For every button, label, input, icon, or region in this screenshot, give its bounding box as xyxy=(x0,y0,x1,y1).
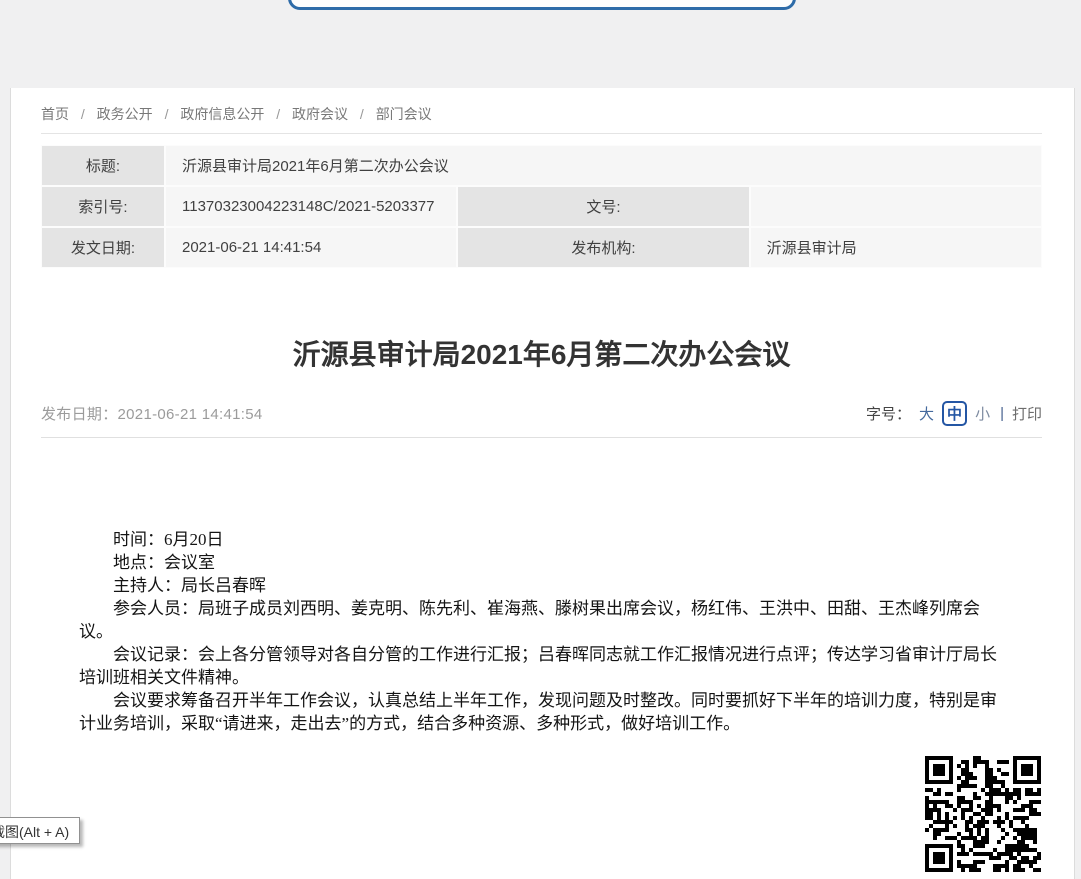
breadcrumb: 首页 / 政务公开 / 政府信息公开 / 政府会议 / 部门会议 xyxy=(41,104,432,124)
publish-date: 发布日期：2021-06-21 14:41:54 xyxy=(41,403,263,424)
search-box-cutoff[interactable] xyxy=(288,0,796,10)
content-panel: 首页 / 政务公开 / 政府信息公开 / 政府会议 / 部门会议 标题: 沂源县… xyxy=(10,88,1075,879)
breadcrumb-separator: / xyxy=(81,106,85,122)
article-tools: 字号： 大 中 小 | 打印 xyxy=(866,401,1042,426)
article-divider xyxy=(41,437,1042,438)
print-button[interactable]: 打印 xyxy=(1012,403,1042,424)
meta-label-agency: 发布机构: xyxy=(457,227,749,268)
qr-code xyxy=(921,752,1045,876)
page-title: 沂源县审计局2021年6月第二次办公会议 xyxy=(41,338,1042,372)
breadcrumb-separator: / xyxy=(165,106,169,122)
meta-value-index: 11370323004223148C/2021-5203377 xyxy=(165,186,457,227)
meta-value-docnum xyxy=(750,186,1042,227)
article-paragraph: 会议要求筹备召开半年工作会议，认真总结上半年工作，发现问题及时整改。同时要抓好下… xyxy=(79,689,1009,735)
font-size-large-button[interactable]: 大 xyxy=(919,403,934,424)
article-body: 时间：6月20日 地点：会议室 主持人：局长吕春晖 参会人员：局班子成员刘西明、… xyxy=(79,528,1009,735)
breadcrumb-zhengwu[interactable]: 政务公开 xyxy=(97,106,153,122)
meta-table: 标题: 沂源县审计局2021年6月第二次办公会议 索引号: 1137032300… xyxy=(41,145,1042,268)
breadcrumb-separator: / xyxy=(276,106,280,122)
font-size-medium-button[interactable]: 中 xyxy=(942,401,967,426)
breadcrumb-separator: / xyxy=(360,106,364,122)
page: 首页 / 政务公开 / 政府信息公开 / 政府会议 / 部门会议 标题: 沂源县… xyxy=(0,0,1081,879)
article-paragraph: 参会人员：局班子成员刘西明、姜克明、陈先利、崔海燕、滕树果出席会议，杨红伟、王洪… xyxy=(79,597,1009,643)
breadcrumb-gov-meeting[interactable]: 政府会议 xyxy=(292,106,348,122)
article-paragraph: 地点：会议室 xyxy=(79,551,1009,574)
publish-date-value: 2021-06-21 14:41:54 xyxy=(118,406,263,423)
meta-label-index: 索引号: xyxy=(41,186,165,227)
breadcrumb-dept-meeting[interactable]: 部门会议 xyxy=(376,106,432,122)
article-meta-row: 发布日期：2021-06-21 14:41:54 字号： 大 中 小 | 打印 xyxy=(41,399,1042,427)
meta-value-agency: 沂源县审计局 xyxy=(750,227,1042,268)
breadcrumb-home[interactable]: 首页 xyxy=(41,106,69,122)
table-row: 索引号: 11370323004223148C/2021-5203377 文号: xyxy=(41,186,1042,227)
screenshot-tooltip: 截图(Alt + A) xyxy=(0,817,80,844)
publish-date-label: 发布日期： xyxy=(41,406,118,423)
font-size-label: 字号： xyxy=(866,403,911,424)
meta-value-pubdate: 2021-06-21 14:41:54 xyxy=(165,227,457,268)
table-row: 标题: 沂源县审计局2021年6月第二次办公会议 xyxy=(41,145,1042,186)
meta-label-pubdate: 发文日期: xyxy=(41,227,165,268)
breadcrumb-gov-info[interactable]: 政府信息公开 xyxy=(180,106,264,122)
breadcrumb-divider xyxy=(41,133,1042,134)
tools-separator: | xyxy=(1000,405,1004,422)
article-paragraph: 主持人：局长吕春晖 xyxy=(79,574,1009,597)
meta-label-title: 标题: xyxy=(41,145,165,186)
meta-value-title: 沂源县审计局2021年6月第二次办公会议 xyxy=(165,145,1042,186)
article-paragraph: 时间：6月20日 xyxy=(79,528,1009,551)
font-size-small-button[interactable]: 小 xyxy=(975,403,990,424)
screenshot-tooltip-text: 截图(Alt + A) xyxy=(0,824,69,840)
meta-label-docnum: 文号: xyxy=(457,186,749,227)
article-paragraph: 会议记录：会上各分管领导对各自分管的工作进行汇报；吕春晖同志就工作汇报情况进行点… xyxy=(79,643,1009,689)
table-row: 发文日期: 2021-06-21 14:41:54 发布机构: 沂源县审计局 xyxy=(41,227,1042,268)
